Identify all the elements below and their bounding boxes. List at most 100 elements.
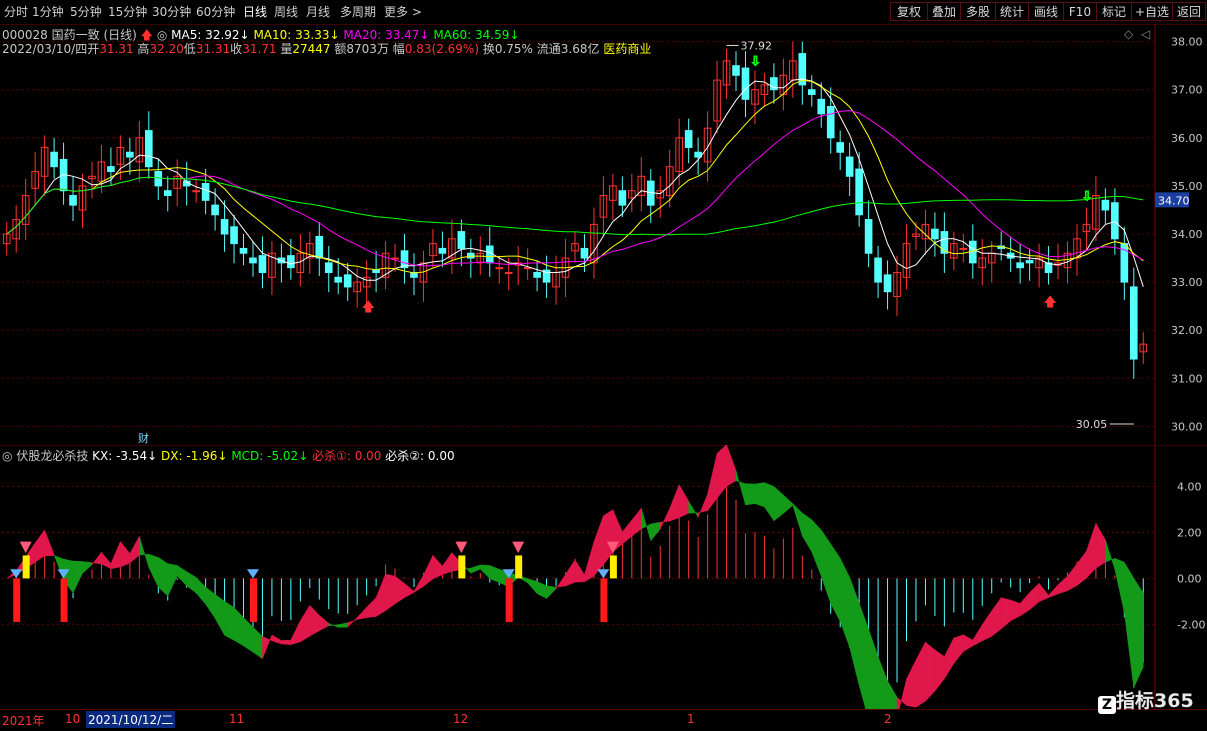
add-watchlist-button[interactable]: +自选	[1131, 2, 1173, 21]
fuquan-button[interactable]: 复权	[890, 2, 928, 21]
kill-signal-bar	[600, 578, 608, 623]
indicator-ribbon	[555, 573, 566, 590]
indicator-ribbon	[309, 604, 320, 637]
chevron-right-icon: >	[411, 5, 422, 19]
tab-15min[interactable]: 15分钟	[108, 4, 147, 20]
indicator-ribbon	[622, 519, 633, 545]
indicator-chart[interactable]: 4.00 2.00 0.00 -2.00	[0, 445, 1207, 709]
candle-body	[580, 247, 589, 259]
open-label: 开	[87, 42, 100, 56]
indicator-ribbon	[593, 515, 604, 577]
kline-chart[interactable]: 38.00 37.00 36.00 35.00 34.00 33.00 32.00 31.00…	[0, 24, 1207, 444]
indicator-tick-label: 4.00	[1177, 481, 1202, 494]
diamond-icon[interactable]: ◇	[1124, 27, 1133, 41]
high-value: 32.20	[149, 42, 184, 56]
candle-body	[883, 274, 892, 293]
indicator-ribbon	[574, 558, 585, 583]
tab-more[interactable]: 更多 >	[384, 4, 422, 20]
indicator-ribbon	[72, 560, 83, 594]
kline-chart-panel[interactable]: 38.00 37.00 36.00 35.00 34.00 33.00 32.00 31.00…	[0, 24, 1207, 444]
indicator-ribbon	[243, 616, 254, 653]
buy-arrow-icon: 🡅	[362, 300, 375, 315]
indicator-ribbon	[1048, 584, 1059, 598]
finance-marker: 财	[138, 431, 149, 444]
indicator-ribbon	[735, 470, 746, 505]
overlay-button[interactable]: 叠加	[927, 2, 961, 21]
tab-monthly[interactable]: 月线	[306, 4, 330, 20]
back-button[interactable]: 返回	[1172, 2, 1206, 21]
candle-body	[1111, 202, 1119, 240]
amount-value: 额8703万	[334, 42, 389, 56]
indicator-ribbon	[120, 540, 131, 568]
indicator-ribbon	[536, 581, 547, 600]
indicator-ribbon	[423, 555, 434, 587]
tab-5min[interactable]: 5分钟	[70, 4, 102, 20]
tab-fenshi[interactable]: 分时	[4, 4, 28, 20]
indicator-ribbon	[1010, 599, 1021, 622]
indicator-legend: ◎ 伏股龙必杀技 KX: -3.54↓ DX: -1.96↓ MCD: -5.0…	[2, 447, 455, 464]
indicator-ribbon	[1086, 523, 1097, 579]
indicator-ribbon	[262, 634, 273, 659]
indicator-ribbon	[110, 541, 121, 570]
sell-arrow-icon: ⇩	[1081, 189, 1092, 204]
time-label-dec: 12	[453, 712, 469, 726]
time-label-jan: 1	[687, 712, 695, 726]
buy-arrow-icon: 🡅	[1044, 295, 1057, 310]
multi-stock-button[interactable]: 多股	[960, 2, 996, 21]
indicator-ribbon	[1076, 550, 1087, 587]
price-tick-label: 37.00	[1171, 84, 1203, 97]
tab-60min[interactable]: 60分钟	[196, 4, 235, 20]
tab-30min[interactable]: 30分钟	[152, 4, 191, 20]
price-tick-label: 32.00	[1171, 324, 1203, 337]
candle-body	[192, 190, 200, 193]
time-label-oct: 10	[65, 712, 81, 726]
candle-body	[845, 156, 854, 177]
high-marker-text: 37.92	[741, 39, 773, 52]
candle-body	[258, 255, 267, 273]
candle-body	[1129, 286, 1138, 360]
stats-button[interactable]: 统计	[995, 2, 1029, 21]
indicator-ribbon	[745, 483, 756, 506]
indicator-ribbon	[205, 586, 216, 620]
low-value: 31.31	[195, 42, 231, 56]
indicator-ribbon	[1114, 557, 1125, 613]
indicator-ribbon	[972, 623, 983, 647]
indicator-ribbon	[963, 634, 974, 652]
f10-button[interactable]: F10	[1063, 2, 1097, 21]
indicator-ribbon	[650, 521, 661, 542]
indicator-ribbon	[394, 575, 405, 605]
indicator-ribbon	[101, 551, 112, 570]
buy-signal-bar	[609, 555, 617, 579]
tab-multi-period[interactable]: 多周期	[340, 4, 376, 20]
price-tick-label: 34.00	[1171, 228, 1203, 241]
tab-weekly[interactable]: 周线	[274, 4, 298, 20]
sector-value[interactable]: 医药商业	[603, 42, 651, 56]
price-tick-label: 35.00	[1171, 180, 1203, 193]
candle-body	[874, 257, 882, 283]
buy-signal-bar	[515, 555, 523, 579]
tab-daily[interactable]: 日线	[243, 4, 267, 20]
tab-1min[interactable]: 1分钟	[32, 4, 64, 20]
indicator-ribbon	[34, 529, 45, 563]
indicator-ribbon	[176, 564, 187, 587]
gem-icon	[455, 541, 468, 554]
time-label-feb: 2	[884, 712, 892, 726]
open-value: 31.31	[99, 42, 134, 56]
indicator-ribbon	[839, 558, 850, 648]
indicator-ribbon	[802, 512, 813, 553]
time-axis: 2021年 10 2021/10/12/二 11 12 1 2	[0, 709, 1207, 731]
price-tick-label: 33.00	[1171, 276, 1203, 289]
indicator-ribbon	[716, 445, 727, 500]
indicator-ribbon	[669, 484, 680, 522]
mark-button[interactable]: 标记	[1096, 2, 1132, 21]
kill-signal-bar	[249, 578, 257, 623]
indicator-ribbon	[934, 649, 945, 692]
volume-label: 量	[280, 42, 293, 56]
collapse-icon[interactable]: ◎	[2, 449, 12, 463]
candle-body	[372, 269, 380, 273]
draw-line-button[interactable]: 画线	[1028, 2, 1064, 21]
candle-body	[1016, 262, 1024, 269]
indicator-panel[interactable]: 4.00 2.00 0.00 -2.00 ◎ 伏股龙必杀技 KX: -3.54↓ DX…	[0, 445, 1207, 709]
watermark-text: 指标365	[1116, 690, 1194, 712]
scroll-right-icon[interactable]: ◁	[1141, 27, 1150, 41]
